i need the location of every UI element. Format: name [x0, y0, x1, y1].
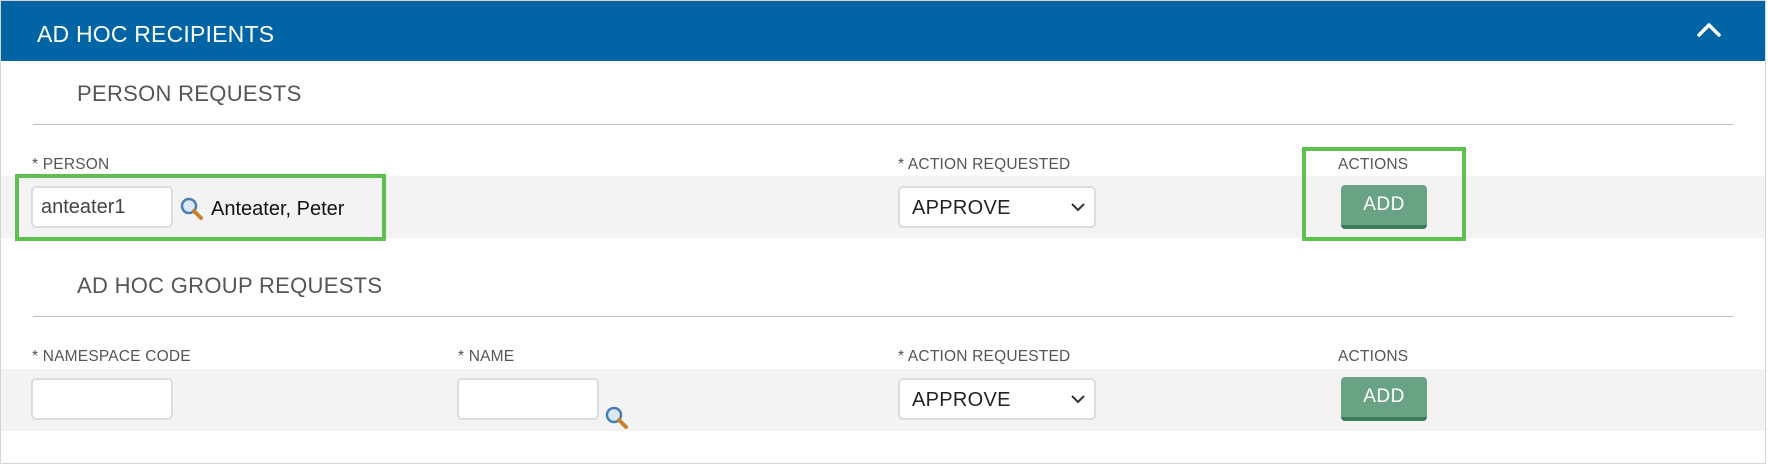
highlight-person-field: [15, 174, 386, 241]
highlight-actions: [1302, 147, 1466, 241]
person-label: * PERSON: [32, 156, 110, 173]
group-request-row: [1, 369, 1765, 431]
chevron-down-icon: [1071, 395, 1085, 404]
actions-label: ACTIONS: [1338, 348, 1409, 365]
person-requests-title: PERSON REQUESTS: [77, 81, 302, 106]
chevron-up-icon: [1697, 23, 1721, 37]
group-name-input[interactable]: [457, 378, 599, 420]
namespace-code-label: * NAMESPACE CODE: [32, 348, 191, 365]
group-requests-title: AD HOC GROUP REQUESTS: [77, 273, 383, 298]
section-divider: [33, 316, 1733, 317]
action-requested-value: APPROVE: [912, 389, 1011, 411]
namespace-code-input[interactable]: [31, 378, 173, 420]
action-requested-label: * ACTION REQUESTED: [898, 348, 1071, 365]
name-label: * NAME: [458, 348, 515, 365]
search-icon[interactable]: [603, 404, 629, 430]
group-action-requested-select[interactable]: APPROVE: [898, 378, 1096, 420]
section-divider: [33, 124, 1733, 125]
action-requested-label: * ACTION REQUESTED: [898, 156, 1071, 173]
action-requested-value: APPROVE: [912, 197, 1011, 219]
collapse-button[interactable]: [1695, 17, 1723, 43]
panel-title: AD HOC RECIPIENTS: [37, 21, 275, 47]
add-group-button[interactable]: ADD: [1341, 377, 1427, 421]
action-requested-select[interactable]: APPROVE: [898, 186, 1096, 228]
ad-hoc-recipients-panel: AD HOC RECIPIENTS PERSON REQUESTS * PERS…: [0, 0, 1766, 464]
chevron-down-icon: [1071, 203, 1085, 212]
panel-header: AD HOC RECIPIENTS: [1, 1, 1765, 61]
